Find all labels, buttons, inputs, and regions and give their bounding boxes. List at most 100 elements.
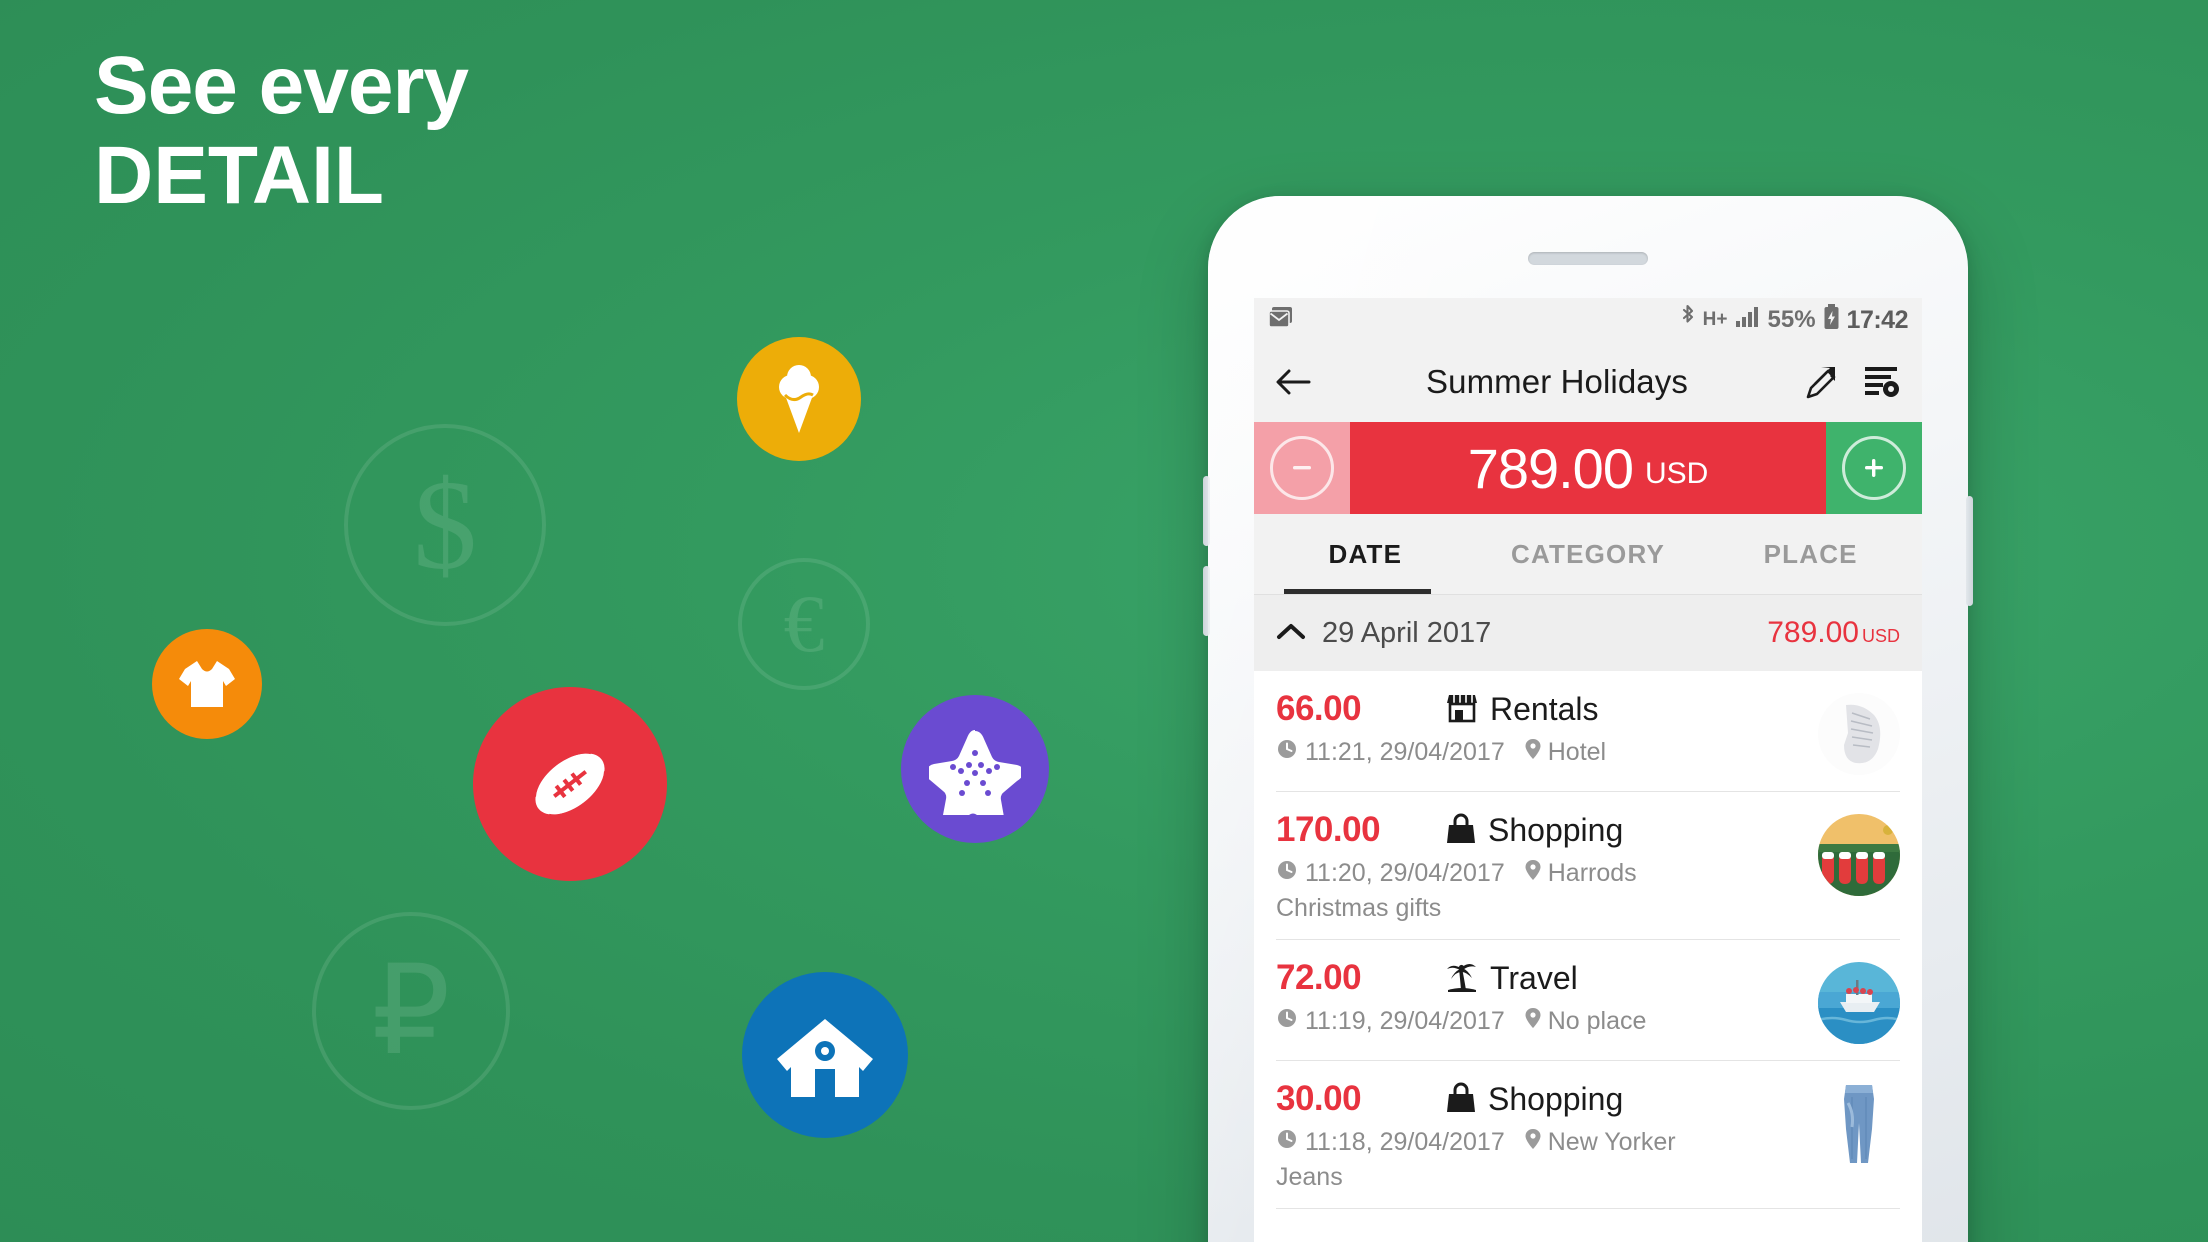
promo-headline: See every DETAIL <box>94 40 469 224</box>
date-group-total: 789.00 USD <box>1767 616 1900 650</box>
transaction-amount: 72.00 <box>1276 958 1362 997</box>
transaction-time: 11:19, 29/04/2017 <box>1305 1007 1505 1035</box>
ruble-watermark: ₽ <box>312 912 510 1110</box>
transaction-category: Rentals <box>1490 690 1599 727</box>
transaction-place: Harrods <box>1547 859 1637 887</box>
transaction-list: 66.00 Rentals 11:21, 29/04/2017 Hotel 17… <box>1254 671 1922 1209</box>
home-icon <box>773 1007 877 1103</box>
table-row[interactable]: 72.00 Travel 11:19, 29/04/2017 No place <box>1254 940 1922 1044</box>
transaction-time: 11:20, 29/04/2017 <box>1305 859 1505 887</box>
football-icon <box>518 732 622 836</box>
phone-earpiece <box>1528 252 1648 265</box>
battery-charging-icon <box>1823 303 1840 337</box>
tab-date[interactable]: DATE <box>1254 539 1477 570</box>
euro-glyph: € <box>783 578 825 669</box>
transaction-amount: 170.00 <box>1276 810 1381 849</box>
location-pin-icon <box>1525 1007 1541 1036</box>
clock-icon <box>1276 859 1298 888</box>
tshirt-icon <box>177 657 237 711</box>
transaction-amount: 30.00 <box>1276 1079 1362 1118</box>
phone-screen: H+ 55% 17:42 Summer Holidays 789.00 USD … <box>1254 298 1922 1242</box>
starfish-bubble <box>901 695 1049 843</box>
dollar-watermark: $ <box>344 424 546 626</box>
football-bubble <box>473 687 667 881</box>
ice-cream-bubble <box>737 337 861 461</box>
battery-percent-label: 55% <box>1767 306 1816 333</box>
home-bubble <box>742 972 908 1138</box>
tab-category[interactable]: CATEGORY <box>1477 539 1700 570</box>
edit-pencil-icon[interactable] <box>1798 360 1842 404</box>
clock-icon <box>1276 1128 1298 1157</box>
location-pin-icon <box>1525 738 1541 767</box>
plus-icon <box>1842 436 1906 500</box>
date-total-amount: 789.00 <box>1767 616 1859 649</box>
headline-line-1: See every <box>94 40 469 131</box>
status-bar: H+ 55% 17:42 <box>1254 298 1922 342</box>
add-income-button[interactable] <box>1826 422 1922 514</box>
phone-mockup: H+ 55% 17:42 Summer Holidays 789.00 USD … <box>1203 196 1973 1242</box>
transaction-thumbnail <box>1818 962 1900 1044</box>
row-spacer <box>1254 923 1922 939</box>
transaction-place: New Yorker <box>1547 1128 1676 1156</box>
clock-label: 17:42 <box>1846 305 1909 334</box>
transaction-thumbnail <box>1818 814 1900 896</box>
transaction-thumbnail <box>1818 693 1900 775</box>
transaction-note: Christmas gifts <box>1276 894 1442 922</box>
list-settings-icon[interactable] <box>1860 360 1904 404</box>
transaction-note: Jeans <box>1276 1163 1343 1191</box>
table-row[interactable]: 66.00 Rentals 11:21, 29/04/2017 Hotel <box>1254 671 1922 775</box>
signal-bars-icon <box>1735 306 1761 335</box>
clock-icon <box>1276 1007 1298 1036</box>
row-spacer <box>1254 775 1922 791</box>
phone-volume-button <box>1203 566 1210 636</box>
network-type-label: H+ <box>1702 309 1728 330</box>
location-pin-icon <box>1525 1128 1541 1157</box>
tab-bar: DATE CATEGORY PLACE <box>1254 514 1922 595</box>
back-arrow-icon[interactable] <box>1272 360 1316 404</box>
table-row[interactable]: 170.00 Shopping 11:20, 29/04/2017 Harrod… <box>1254 792 1922 923</box>
transaction-category: Shopping <box>1488 1080 1624 1117</box>
table-row[interactable]: 30.00 Shopping 11:18, 29/04/2017 New Yor… <box>1254 1061 1922 1192</box>
balance-currency: USD <box>1644 457 1709 490</box>
date-group-header[interactable]: 29 April 2017 789.00 USD <box>1254 595 1922 671</box>
transaction-category: Shopping <box>1488 811 1624 848</box>
euro-watermark: € <box>738 558 870 690</box>
phone-power-button <box>1966 496 1973 606</box>
transaction-category: Travel <box>1490 959 1578 996</box>
headline-line-2: DETAIL <box>94 129 385 221</box>
transaction-amount: 66.00 <box>1276 689 1362 728</box>
ruble-glyph: ₽ <box>371 943 451 1080</box>
tshirt-bubble <box>152 629 262 739</box>
row-spacer <box>1254 1192 1922 1208</box>
tab-active-indicator <box>1284 589 1431 594</box>
balance-amount-area: 789.00 USD <box>1350 422 1826 514</box>
date-group-label: 29 April 2017 <box>1322 616 1492 649</box>
phone-volume-button <box>1203 476 1210 546</box>
handbag-icon <box>1446 1081 1476 1118</box>
clock-icon <box>1276 738 1298 767</box>
chevron-up-icon[interactable] <box>1276 621 1306 646</box>
palm-tree-icon <box>1446 960 1478 997</box>
starfish-icon <box>929 723 1021 815</box>
transaction-time: 11:18, 29/04/2017 <box>1305 1128 1505 1156</box>
transaction-time: 11:21, 29/04/2017 <box>1305 738 1505 766</box>
dollar-glyph: $ <box>413 453 477 596</box>
bluetooth-icon <box>1679 304 1696 336</box>
transaction-thumbnail <box>1818 1083 1900 1165</box>
mail-icon <box>1268 305 1294 336</box>
store-icon <box>1446 691 1478 728</box>
ice-cream-icon <box>772 363 826 435</box>
subtract-expense-button[interactable] <box>1254 422 1350 514</box>
page-title: Summer Holidays <box>1426 363 1688 400</box>
balance-amount: 789.00 <box>1467 436 1634 500</box>
promo-banner: $ € ₽ See every DETAIL H+ 55% 17:42 Summ… <box>0 0 2208 1242</box>
tab-place[interactable]: PLACE <box>1699 539 1922 570</box>
date-total-currency: USD <box>1861 626 1900 646</box>
row-spacer <box>1254 1044 1922 1060</box>
location-pin-icon <box>1525 859 1541 888</box>
app-bar: Summer Holidays <box>1254 342 1922 422</box>
balance-bar: 789.00 USD <box>1254 422 1922 514</box>
transaction-place: No place <box>1547 1007 1647 1035</box>
transaction-place: Hotel <box>1547 738 1607 766</box>
row-divider <box>1276 1208 1900 1209</box>
